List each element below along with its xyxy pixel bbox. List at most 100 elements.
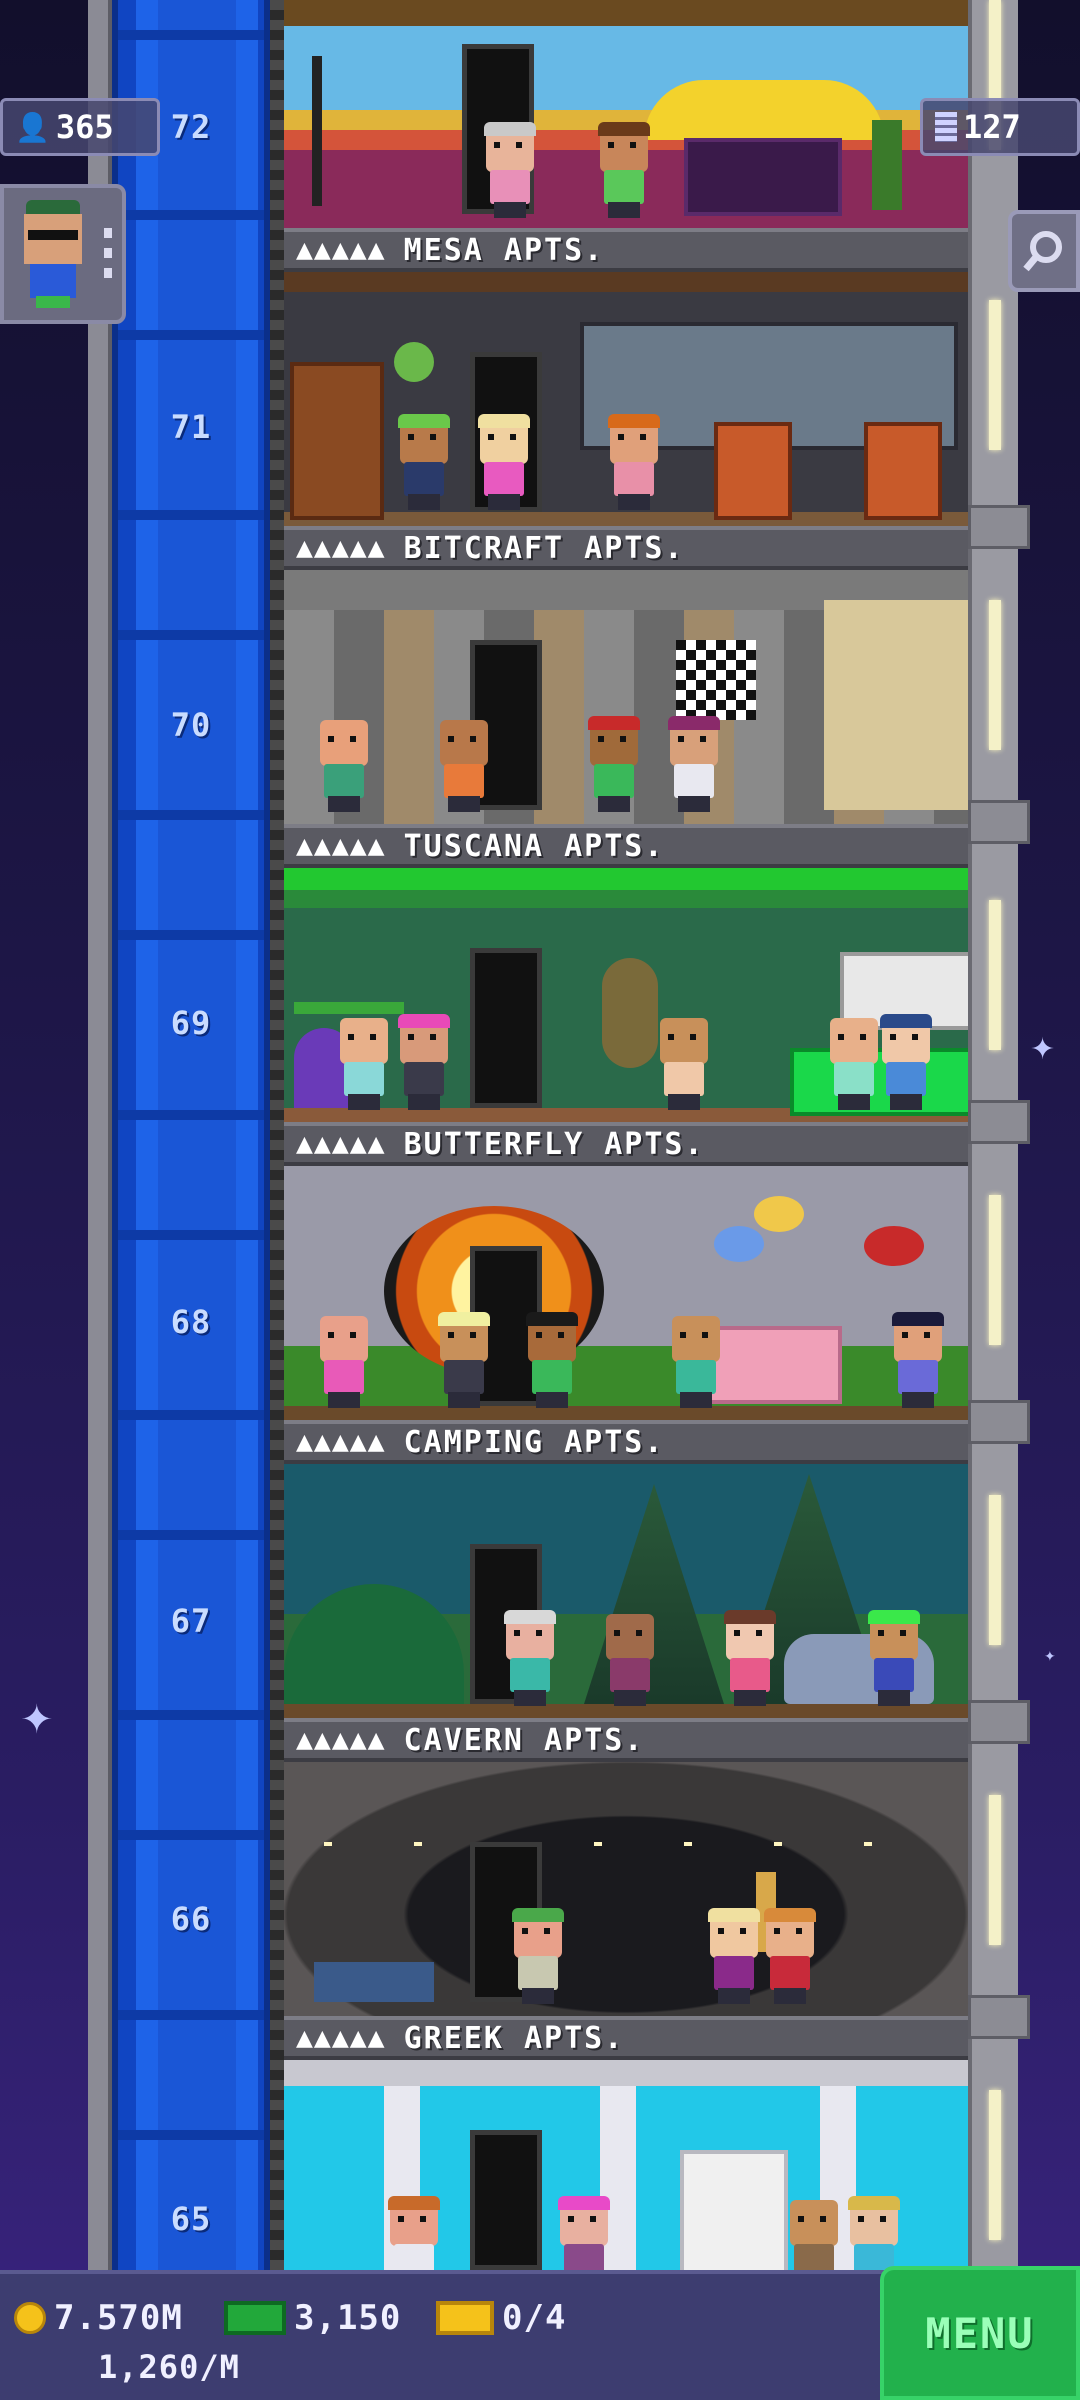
floor-label: ▲▲▲▲▲ GREEK APTS. <box>284 2016 968 2060</box>
floor-label: ▲▲▲▲▲ TUSCANA APTS. <box>284 824 968 868</box>
npc-resident[interactable] <box>334 1018 394 1110</box>
npc-resident[interactable] <box>824 1018 884 1110</box>
npc-resident[interactable] <box>434 1312 494 1408</box>
npc-resident[interactable] <box>522 1312 582 1408</box>
wall-bracket <box>968 1100 1030 1144</box>
rating-stars: ▲▲▲▲▲ <box>296 1429 386 1455</box>
floor-label: ▲▲▲▲▲ BITCRAFT APTS. <box>284 526 968 570</box>
table <box>314 1962 434 2002</box>
npc-resident[interactable] <box>394 414 454 510</box>
floor-name: GREEK APTS. <box>403 2020 625 2056</box>
topiary-tree <box>602 958 658 1068</box>
avatar-button[interactable] <box>0 184 126 324</box>
floor-number: 69 <box>170 1004 212 1042</box>
wall-light <box>989 900 1001 1050</box>
npc-resident[interactable] <box>704 1908 764 2004</box>
npc-resident[interactable] <box>888 1312 948 1408</box>
room-greek <box>284 2060 968 2270</box>
background-star: ✦ <box>1030 1032 1056 1067</box>
door <box>470 2130 542 2270</box>
npc-resident[interactable] <box>314 720 374 812</box>
coins-rate: 1,260/M <box>98 2348 240 2386</box>
npc-resident[interactable] <box>654 1018 714 1110</box>
wall-bracket <box>968 1700 1030 1744</box>
npc-resident[interactable] <box>664 716 724 812</box>
person-icon: 👤 <box>15 110 50 144</box>
bux-stat[interactable]: 3,150 <box>224 2298 401 2338</box>
bux-icon <box>224 2301 286 2335</box>
npc-resident[interactable] <box>604 414 664 510</box>
npc-resident[interactable] <box>584 716 644 812</box>
bux-value: 127 <box>963 108 1021 146</box>
floor-69[interactable]: ▲▲▲▲▲ BUTTERFLY APTS. <box>284 868 968 1166</box>
wall-light <box>989 300 1001 450</box>
floor-67[interactable]: ▲▲▲▲▲ CAVERN APTS. <box>284 1464 968 1762</box>
npc-resident[interactable] <box>480 122 540 218</box>
floor-66[interactable]: ▲▲▲▲▲ GREEK APTS. <box>284 1762 968 2060</box>
potted-plant <box>872 120 902 210</box>
npc-resident[interactable] <box>394 1014 454 1110</box>
floor-number: 66 <box>170 1900 212 1938</box>
floor-70[interactable]: ▲▲▲▲▲ TUSCANA APTS. <box>284 570 968 868</box>
npc-resident[interactable] <box>500 1610 560 1706</box>
wall-bracket <box>968 505 1030 549</box>
npc-resident[interactable] <box>474 414 534 510</box>
floor-label: ▲▲▲▲▲ MESA APTS. <box>284 228 968 272</box>
window <box>676 640 756 720</box>
room-mesa <box>284 0 968 228</box>
bookshelf <box>290 362 384 520</box>
population-value: 365 <box>55 108 114 146</box>
npc-resident[interactable] <box>720 1610 780 1706</box>
search-button[interactable] <box>1008 210 1080 292</box>
wall-bracket <box>968 1995 1030 2039</box>
avatar-menu-dots <box>104 228 112 278</box>
butterfly-decoration <box>714 1226 764 1262</box>
population-counter[interactable]: 👤 365 <box>0 98 160 156</box>
npc-resident[interactable] <box>600 1614 660 1706</box>
floor-name: BITCRAFT APTS. <box>403 530 685 566</box>
hanging-plant <box>394 342 434 382</box>
room-greek-cave <box>284 1762 968 2016</box>
floor-label: ▲▲▲▲▲ BUTTERFLY APTS. <box>284 1122 968 1166</box>
npc-resident[interactable] <box>594 122 654 218</box>
coin-icon <box>14 2302 46 2334</box>
coins-stat[interactable]: 7.570M <box>14 2298 183 2338</box>
npc-resident[interactable] <box>314 1316 374 1408</box>
npc-resident[interactable] <box>384 2196 444 2270</box>
wall-bracket <box>968 800 1030 844</box>
room-bitcraft <box>284 272 968 526</box>
floor-name: CAVERN APTS. <box>403 1722 645 1758</box>
npc-resident[interactable] <box>554 2196 614 2270</box>
menu-button[interactable]: MENU <box>880 2266 1080 2400</box>
floor-68[interactable]: ▲▲▲▲▲ CAMPING APTS. <box>284 1166 968 1464</box>
floor-label: ▲▲▲▲▲ CAVERN APTS. <box>284 1718 968 1762</box>
wall-light <box>989 600 1001 750</box>
floor-65[interactable] <box>284 2060 968 2270</box>
floor-71[interactable]: ▲▲▲▲▲ BITCRAFT APTS. <box>284 272 968 570</box>
room-butterfly-green <box>284 868 968 1122</box>
npc-resident[interactable] <box>666 1316 726 1408</box>
menu-button-label: MENU <box>925 2308 1035 2358</box>
rating-stars: ▲▲▲▲▲ <box>296 237 386 263</box>
floor-label: ▲▲▲▲▲ CAMPING APTS. <box>284 1420 968 1464</box>
npc-resident[interactable] <box>508 1908 568 2004</box>
npc-resident[interactable] <box>864 1610 924 1706</box>
string-lights <box>324 1842 924 1846</box>
tickets-stat[interactable]: 0/4 <box>436 2298 566 2338</box>
npc-resident[interactable] <box>876 1014 936 1110</box>
tickets-value: 0/4 <box>502 2298 567 2338</box>
background-star: ✦ <box>1044 1649 1056 1665</box>
npc-resident[interactable] <box>844 2196 904 2270</box>
bux-counter[interactable]: 127 <box>920 98 1080 156</box>
floor-name: BUTTERFLY APTS. <box>403 1126 705 1162</box>
npc-resident[interactable] <box>434 720 494 812</box>
floor-name: TUSCANA APTS. <box>403 828 665 864</box>
floor-number: 65 <box>170 2200 212 2238</box>
wall-bracket <box>968 1400 1030 1444</box>
wall-light <box>989 2090 1001 2240</box>
npc-resident[interactable] <box>760 1908 820 2004</box>
rating-stars: ▲▲▲▲▲ <box>296 833 386 859</box>
floor-72[interactable]: ▲▲▲▲▲ MESA APTS. <box>284 0 968 272</box>
npc-resident[interactable] <box>784 2200 844 2270</box>
background-star: ✦ <box>20 1697 54 1743</box>
